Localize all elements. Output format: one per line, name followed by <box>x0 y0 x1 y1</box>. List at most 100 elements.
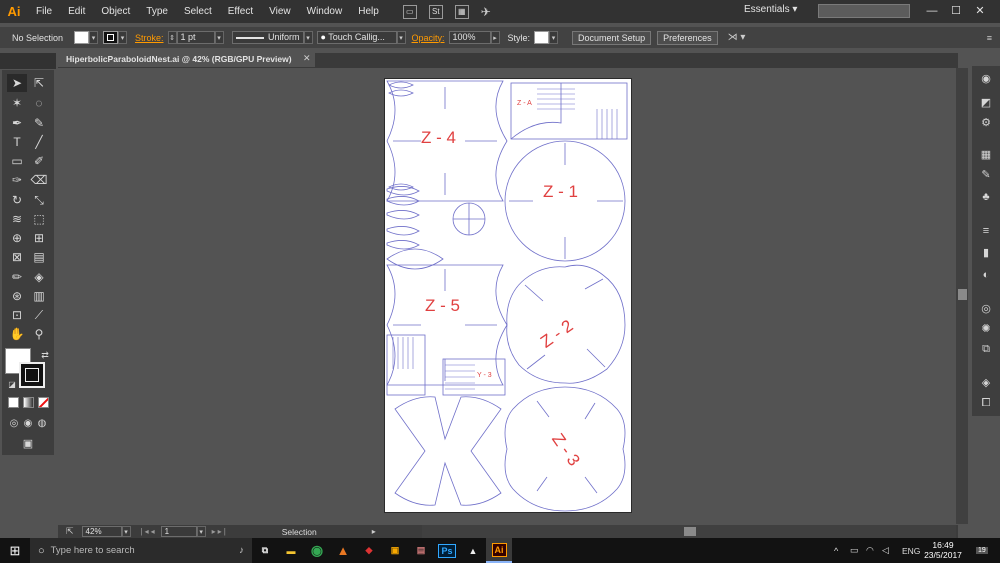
pdf-viewer-icon[interactable]: ▣ <box>382 538 408 563</box>
color-mode-icon[interactable] <box>8 397 19 408</box>
artboards-panel-icon[interactable]: ⧠ <box>978 396 994 410</box>
tray-volume-icon[interactable]: ◁ <box>882 545 889 556</box>
selection-tool-icon[interactable]: ➤ <box>7 74 27 92</box>
zoom-dropdown[interactable]: ▾ <box>121 526 131 537</box>
artboard[interactable]: Z - 4 Z - 1 Z - 5 Z - 2 Z - 3 Z - A Y - … <box>384 78 632 513</box>
menu-type[interactable]: Type <box>138 0 176 23</box>
menu-effect[interactable]: Effect <box>220 0 261 23</box>
menu-edit[interactable]: Edit <box>60 0 93 23</box>
transparency-panel-icon[interactable]: ◐ <box>978 268 994 282</box>
blend-tool-icon[interactable]: ◈ <box>29 268 49 286</box>
style-swatch[interactable] <box>534 31 550 44</box>
photoshop-icon[interactable]: Ps <box>434 538 460 563</box>
lasso-tool-icon[interactable]: ◌ <box>29 94 49 112</box>
artboard-navigator-icon[interactable]: ⇱ <box>66 526 74 537</box>
artboard-tool-icon[interactable]: ⊡ <box>7 306 27 324</box>
cc-libraries-icon[interactable]: ⚙ <box>978 116 994 130</box>
stroke-label[interactable]: Stroke: <box>135 33 164 43</box>
horizontal-scrollbar[interactable] <box>422 525 956 538</box>
perspective-grid-tool-icon[interactable]: ⊞ <box>29 229 49 247</box>
line-tool-icon[interactable]: ╱ <box>29 133 49 151</box>
fill-swatch[interactable] <box>74 31 89 44</box>
tray-chevron-icon[interactable]: ^ <box>834 546 838 556</box>
stroke-profile-dropdown[interactable]: ▾ <box>303 31 313 44</box>
artboard-number-field[interactable]: 1 <box>160 526 197 537</box>
tray-network-icon[interactable]: ▭ <box>850 545 859 556</box>
color-guide-icon[interactable]: ◩ <box>978 96 994 110</box>
swap-colors-icon[interactable]: ⇄ <box>35 346 55 364</box>
column-graph-tool-icon[interactable]: ▥ <box>29 287 49 305</box>
stroke-profile-field[interactable]: Uniform <box>231 31 304 44</box>
document-tab[interactable]: HiperbolicParaboloidNest.ai @ 42% (RGB/G… <box>58 52 315 67</box>
rotate-tool-icon[interactable]: ↻ <box>7 191 27 209</box>
menu-file[interactable]: File <box>28 0 60 23</box>
pen-tool-icon[interactable]: ✒ <box>7 114 27 132</box>
eraser-tool-icon[interactable]: ⌫ <box>29 171 49 189</box>
magic-wand-tool-icon[interactable]: ✶ <box>7 94 27 112</box>
first-prev-artboard-icon[interactable]: |◂◂ <box>141 527 157 536</box>
gradient-mode-icon[interactable] <box>23 397 34 408</box>
windows-start-icon[interactable]: ⊞ <box>0 538 30 563</box>
symbol-sprayer-tool-icon[interactable]: ⊛ <box>7 287 27 305</box>
type-tool-icon[interactable]: T <box>7 133 27 151</box>
slice-tool-icon[interactable]: ⟋ <box>29 306 49 324</box>
stroke-weight-stepper[interactable]: ⇕ <box>167 31 177 44</box>
microphone-icon[interactable]: ♪ <box>239 545 244 556</box>
image-viewer-icon[interactable]: ▲ <box>460 538 486 563</box>
bridge-icon[interactable]: ▭ <box>402 4 417 19</box>
free-transform-tool-icon[interactable]: ⬚ <box>29 210 49 228</box>
stroke-weight-field[interactable]: 1 pt <box>176 31 215 44</box>
zoom-field[interactable]: 42% <box>81 526 122 537</box>
status-menu-arrow-icon[interactable]: ▸ <box>372 527 376 536</box>
gradient-tool-icon[interactable]: ▤ <box>29 248 49 266</box>
taskbar-search[interactable]: ○ Type here to search ♪ <box>30 538 252 563</box>
artboard-dropdown[interactable]: ▾ <box>196 526 206 537</box>
shape-builder-tool-icon[interactable]: ⊕ <box>7 229 27 247</box>
chrome-icon[interactable]: ◉ <box>304 538 330 563</box>
zoom-tool-icon[interactable]: ⚲ <box>29 325 49 343</box>
photos-icon[interactable]: ▤ <box>408 538 434 563</box>
matlab-icon[interactable]: ▲ <box>330 538 356 563</box>
graphic-styles-icon[interactable]: ✺ <box>978 322 994 336</box>
preferences-button[interactable]: Preferences <box>657 30 718 45</box>
horizontal-scroll-thumb[interactable] <box>684 527 696 536</box>
stroke-swatch[interactable] <box>103 31 118 44</box>
menu-object[interactable]: Object <box>93 0 138 23</box>
rectangle-tool-icon[interactable]: ▭ <box>7 152 27 170</box>
gradient-panel-icon[interactable]: ▮ <box>978 246 994 260</box>
menu-help[interactable]: Help <box>350 0 387 23</box>
menu-window[interactable]: Window <box>299 0 351 23</box>
document-setup-button[interactable]: Document Setup <box>572 30 652 45</box>
next-last-artboard-icon[interactable]: ▸▸| <box>212 527 228 536</box>
scale-tool-icon[interactable]: ⤡ <box>29 191 49 209</box>
canvas[interactable]: Z - 4 Z - 1 Z - 5 Z - 2 Z - 3 Z - A Y - … <box>58 68 956 524</box>
opacity-field[interactable]: 100% <box>448 31 491 44</box>
stock-icon[interactable]: St <box>428 4 443 19</box>
brushes-icon[interactable]: ✎ <box>978 168 994 182</box>
menu-select[interactable]: Select <box>176 0 220 23</box>
vertical-scrollbar[interactable] <box>956 68 968 524</box>
workspace-switcher[interactable]: Essentials ▾ <box>744 4 797 15</box>
maximize-button[interactable]: ☐ <box>946 2 966 20</box>
brush-dropdown[interactable]: ▾ <box>396 31 406 44</box>
paintbrush-tool-icon[interactable]: ✐ <box>29 152 49 170</box>
stroke-color-box[interactable] <box>19 362 45 388</box>
tray-clock[interactable]: 16:49 23/5/2017 <box>920 540 966 560</box>
gpu-performance-icon[interactable]: ✈ <box>481 5 491 19</box>
screen-mode-icon[interactable]: ▣ <box>18 434 38 452</box>
close-button[interactable]: ✕ <box>970 2 990 20</box>
current-tool-status[interactable]: Selection <box>282 527 372 537</box>
arrange-documents-icon[interactable]: ▦ <box>454 4 469 19</box>
none-mode-icon[interactable] <box>38 397 49 408</box>
stroke-weight-dropdown[interactable]: ▾ <box>214 31 224 44</box>
tray-wifi-icon[interactable]: ◠ <box>866 545 874 556</box>
curvature-tool-icon[interactable]: ✎ <box>29 114 49 132</box>
fill-dropdown[interactable]: ▾ <box>89 31 98 44</box>
minimize-button[interactable]: — <box>922 2 942 20</box>
transform-panel-icon[interactable]: ⧉ <box>978 342 994 356</box>
opacity-dropdown[interactable]: ▸ <box>490 31 500 44</box>
hand-tool-icon[interactable]: ✋ <box>7 325 27 343</box>
stroke-panel-icon[interactable]: ≡ <box>978 224 994 238</box>
file-explorer-icon[interactable]: ▬ <box>278 538 304 563</box>
opacity-label[interactable]: Opacity: <box>412 33 445 43</box>
